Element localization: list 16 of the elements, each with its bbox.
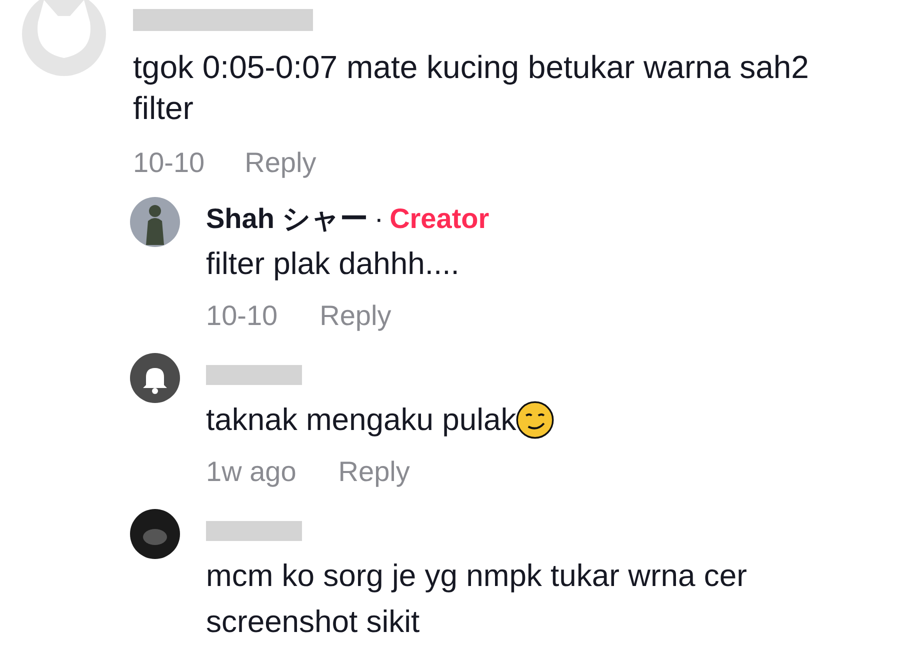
reply-text: mcm ko sorg je yg nmpk tukar wrna cer screenshot sikit (206, 557, 748, 641)
reply-date: 1w ago (206, 455, 296, 489)
reply-text: filter plak dahhh.... (206, 245, 460, 283)
figure-avatar-icon (130, 197, 180, 247)
reply-button[interactable]: Reply (320, 295, 392, 337)
reply-button[interactable]: Reply (338, 451, 410, 493)
comment-date: 10-10 (133, 146, 205, 180)
bell-avatar-icon (130, 353, 180, 403)
dark-avatar-icon (130, 509, 180, 559)
creator-label: Creator (390, 202, 490, 236)
comment-text: tgok 0:05-0:07 mate kucing betukar warna sah2 filter (133, 48, 810, 128)
separator-dot: · (374, 202, 384, 236)
reply-text: taknak mengaku pulak (206, 401, 516, 439)
author-name: Shah シャー (206, 202, 368, 236)
reply-date: 10-10 (206, 299, 278, 333)
reply-button[interactable]: Reply (244, 142, 316, 184)
